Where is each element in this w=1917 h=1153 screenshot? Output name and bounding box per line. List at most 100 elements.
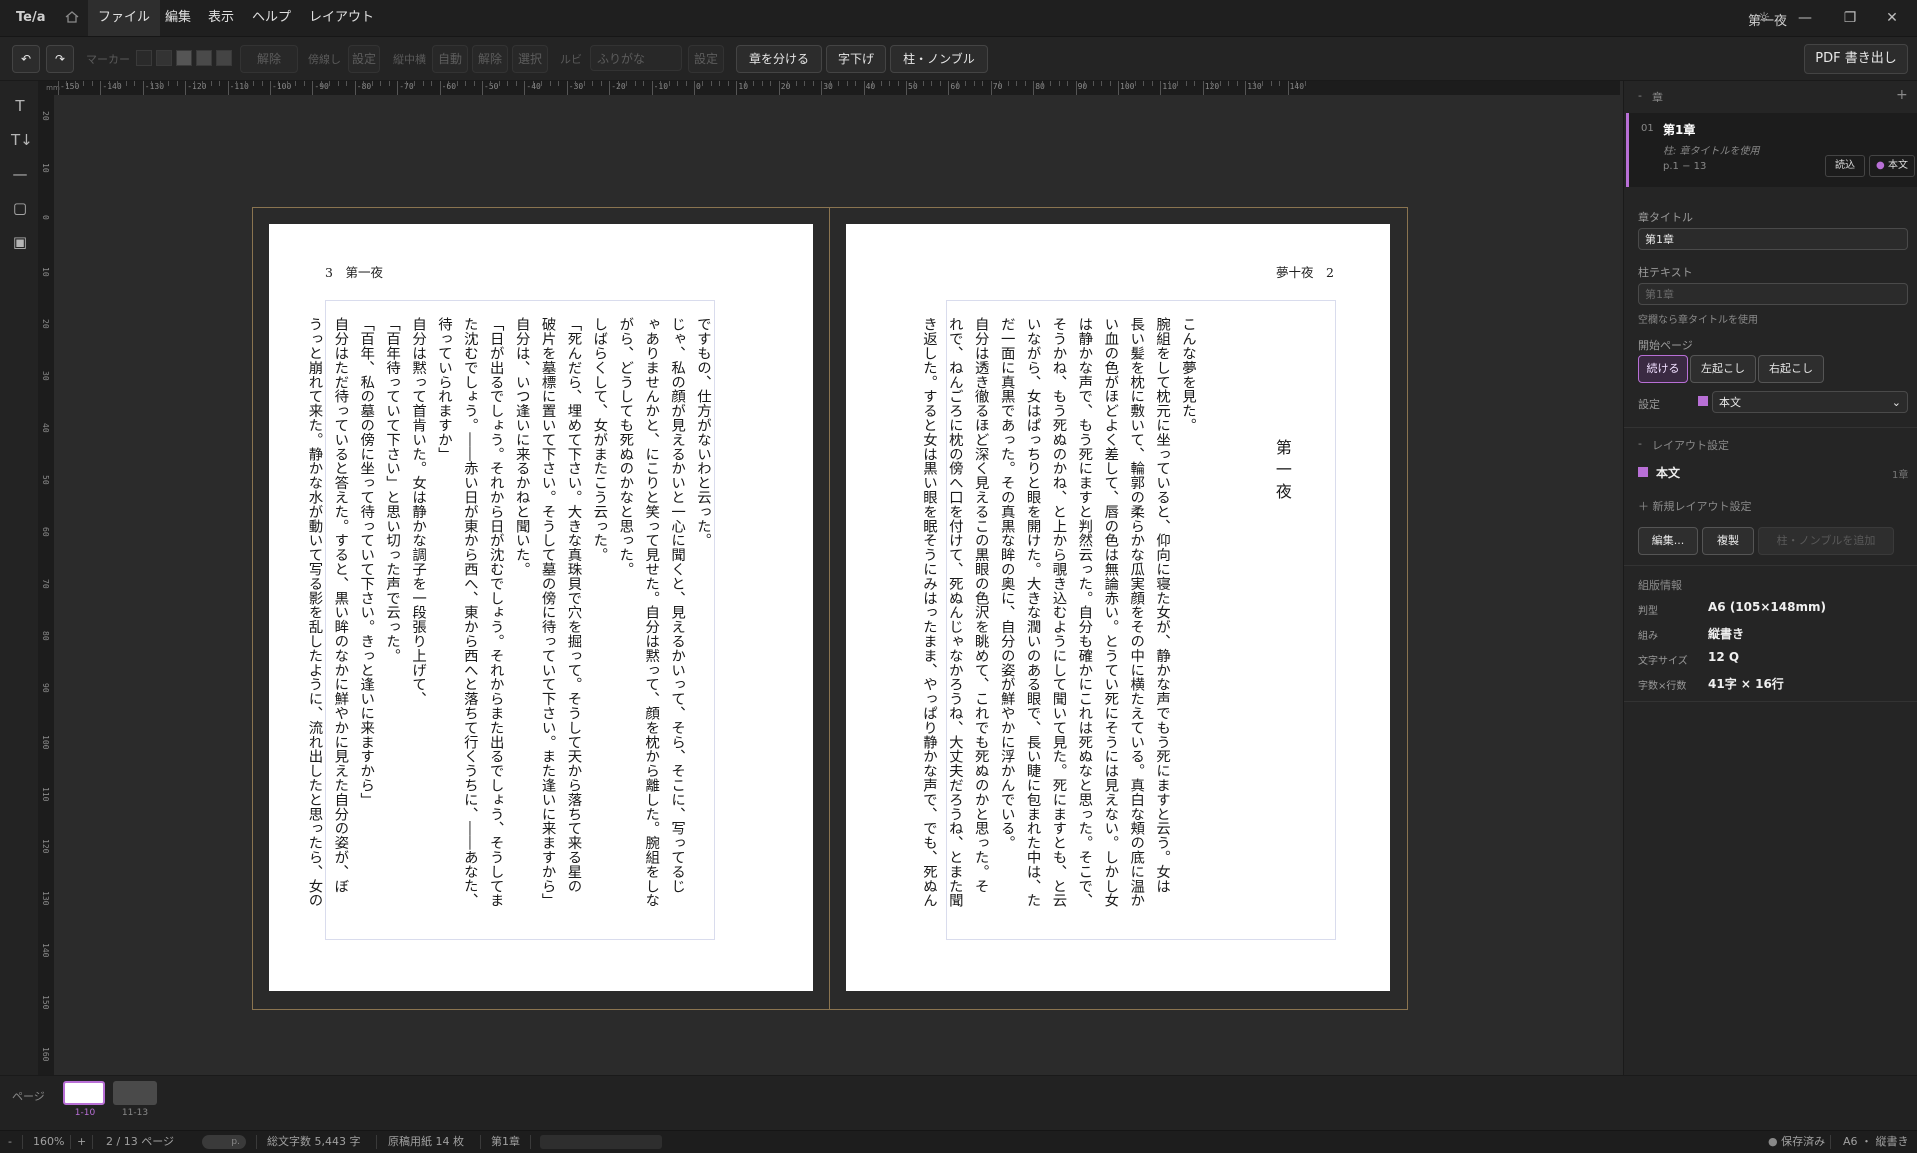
page-right[interactable]: 夢十夜 2 第一夜 こんな夢を見た。 腕組をして枕元に坐っていると、仰向に寝た女が… [846, 224, 1390, 991]
chapters-collapse-icon[interactable]: ‐ [1638, 89, 1642, 102]
setting-select[interactable]: 本文 ⌄ [1712, 391, 1908, 413]
undo-button[interactable]: ↶ [12, 45, 40, 73]
ruler-minor-tick [566, 81, 568, 86]
ruler-minor-tick [668, 81, 670, 86]
ruler-minor-tick [982, 81, 984, 86]
page-left[interactable]: 3 第一夜 ですもの、仕方がないわと云った。 じゃ、私の顔が見えるかいと一心に聞く… [269, 224, 813, 991]
marker-swatch-1[interactable] [136, 50, 152, 66]
page-spread[interactable]: 3 第一夜 ですもの、仕方がないわと云った。 じゃ、私の顔が見えるかいと一心に聞く… [252, 207, 1408, 1010]
menu-file[interactable]: ファイル [88, 0, 161, 36]
marker-swatch-2[interactable] [156, 50, 172, 66]
ruler-minor-tick [498, 81, 500, 86]
ruler-minor-tick [448, 81, 450, 86]
restore-icon[interactable]: ❐ [1840, 8, 1860, 28]
add-chapter-icon[interactable]: + [1896, 87, 1908, 103]
close-icon[interactable]: ✕ [1882, 8, 1902, 28]
rectangle-tool-icon[interactable]: ▢ [11, 199, 29, 217]
menu-help[interactable]: ヘルプ [242, 0, 301, 36]
text-frame-right[interactable]: 第一夜 こんな夢を見た。 腕組をして枕元に坐っていると、仰向に寝た女が、静かな声で… [921, 300, 1336, 940]
layout-collapse-icon[interactable]: ‐ [1638, 437, 1642, 450]
text-frame-left[interactable]: ですもの、仕方がないわと云った。 じゃ、私の顔が見えるかいと一心に聞くと、見えるか… [306, 300, 715, 940]
ruler-label: 80 [1035, 82, 1045, 91]
typeset-info-header: 組版情報 [1638, 579, 1682, 592]
marker-clear-button[interactable]: 解除 [240, 45, 298, 73]
theme-toggle-icon[interactable]: ☼ [1754, 8, 1774, 28]
left-body-line: 「日が出るでしょう。それから日が沈むでしょう。それからまた出るでしょう、そうして… [487, 317, 504, 908]
ruby-set-button[interactable]: 設定 [688, 45, 724, 73]
start-left-button[interactable]: 左起こし [1690, 355, 1756, 383]
chapter-item[interactable]: 01 第1章 柱: 章タイトルを使用 p.1 − 13 読込 ● 本文 [1626, 113, 1917, 187]
info-value-grid: 41字 × 16行 [1708, 677, 1784, 691]
ruler-minor-tick [354, 81, 356, 86]
chapter-title-input[interactable]: 第1章 [1638, 228, 1908, 250]
add-header-nombre-button[interactable]: 柱・ノンブルを追加 [1758, 527, 1894, 555]
menu-layout[interactable]: レイアウト [299, 0, 384, 36]
ruler-minor-tick [736, 81, 738, 86]
text-tool-icon[interactable]: T [11, 97, 29, 115]
ruler-minor-tick [371, 81, 373, 86]
zoom-out-button[interactable]: - [8, 1131, 12, 1153]
header-text-input[interactable]: 第1章 [1638, 283, 1908, 305]
tcy-clear-button[interactable]: 解除 [472, 45, 508, 73]
right-body-line: れで、ねんごろに枕の傍へ口を付けて、死ぬんじゃなかろうね、大丈夫だろうね、とまた… [946, 317, 963, 908]
new-layout-button[interactable]: ＋ 新規レイアウト設定 [1638, 498, 1752, 514]
ruler-minor-tick [948, 81, 950, 86]
ruler-label: 50 [908, 82, 918, 91]
marker-swatch-5[interactable] [216, 50, 232, 66]
layout-edit-button[interactable]: 編集... [1638, 527, 1698, 555]
minimize-icon[interactable]: — [1795, 8, 1815, 28]
ruler-minor-tick [312, 81, 314, 86]
body-text-left[interactable]: ですもの、仕方がないわと云った。 じゃ、私の顔が見えるかいと一心に聞くと、見えるか… [301, 317, 716, 937]
page-thumb-1[interactable] [63, 1081, 105, 1105]
split-chapter-button[interactable]: 章を分ける [736, 45, 822, 73]
running-head-left: 3 第一夜 [325, 265, 383, 280]
ruler-minor-tick [1177, 81, 1179, 86]
indent-button[interactable]: 字下げ [826, 45, 886, 73]
ruler-minor-tick [787, 81, 789, 86]
ruler-minor-tick [117, 81, 119, 86]
ruler-label: 10 [738, 82, 749, 91]
ruler-minor-tick [388, 81, 390, 86]
right-body-line: き返した。すると女は黒い眼を眠そうにみはったまま、やっぱり静かな声で、でも、死ぬ… [920, 317, 937, 908]
ruby-label: ルビ [560, 53, 582, 66]
ruler-minor-tick [473, 81, 475, 86]
ruler-label: 140 [41, 943, 50, 958]
marker-swatch-4[interactable] [196, 50, 212, 66]
pdf-export-button[interactable]: PDF 書き出し [1804, 44, 1908, 74]
tcy-auto-button[interactable]: 自動 [432, 45, 468, 73]
tcy-label: 縦中横 [393, 53, 426, 66]
ruler-minor-tick [125, 81, 127, 86]
title-bar: Te/a ファイル 編集 表示 ヘルプ レイアウト 第一夜 ☼ — ❐ ✕ [0, 0, 1917, 37]
left-body-line: 「死んだら、埋めて下さい。大きな真珠貝で穴を掘って。そうして天から落ちて来る星の [565, 317, 582, 893]
line-tool-icon[interactable]: — [11, 165, 29, 183]
ruler-minor-tick [778, 81, 780, 86]
chapter-import-button[interactable]: 読込 [1825, 155, 1865, 177]
ruler-minor-tick [541, 81, 543, 86]
page-goto-input[interactable]: p. [202, 1135, 246, 1149]
redo-button[interactable]: ↷ [46, 45, 74, 73]
menu-edit[interactable]: 編集 [155, 0, 201, 36]
vertical-text-tool-icon[interactable]: T↓ [11, 131, 33, 149]
sideline-set-button[interactable]: 設定 [348, 45, 380, 73]
status-sep [376, 1135, 377, 1149]
ruler-minor-tick [685, 81, 687, 86]
layout-duplicate-button[interactable]: 複製 [1702, 527, 1754, 555]
menu-view[interactable]: 表示 [198, 0, 244, 36]
page-thumb-2[interactable] [113, 1081, 157, 1105]
image-tool-icon[interactable]: ▣ [11, 233, 29, 251]
header-nombre-button[interactable]: 柱・ノンブル [890, 45, 988, 73]
layout-item-name[interactable]: 本文 [1656, 464, 1680, 481]
marker-swatch-3[interactable] [176, 50, 192, 66]
ruler-label: 70 [41, 579, 50, 589]
body-text-right[interactable]: こんな夢を見た。 腕組をして枕元に坐っていると、仰向に寝た女が、静かな声でもう死に… [915, 317, 1200, 937]
start-right-button[interactable]: 右起こし [1758, 355, 1824, 383]
ruler-minor-tick [532, 81, 534, 86]
zoom-in-button[interactable]: + [77, 1131, 86, 1153]
start-continue-button[interactable]: 続ける [1638, 355, 1688, 383]
tcy-select-button[interactable]: 選択 [512, 45, 548, 73]
ruby-input[interactable]: ふりがな [590, 45, 682, 71]
chapter-layout-tag[interactable]: ● 本文 [1869, 155, 1915, 177]
home-icon[interactable] [64, 9, 80, 25]
header-text-label: 柱テキスト [1638, 266, 1693, 279]
ruler-minor-tick [1160, 81, 1162, 86]
